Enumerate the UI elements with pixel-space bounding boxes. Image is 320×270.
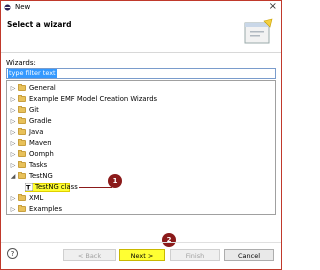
chevron-right-icon[interactable]: ▷ [10, 138, 16, 149]
title-bar: New × [1, 1, 281, 14]
step-badge-2: 2 [162, 233, 176, 247]
next-button[interactable]: Next > [119, 249, 165, 261]
back-button[interactable]: < Back [63, 249, 116, 261]
filter-input[interactable]: type filter text [6, 68, 276, 79]
close-icon[interactable]: × [269, 1, 277, 12]
tree-item-label: Tasks [29, 161, 48, 169]
chevron-right-icon[interactable]: ▷ [10, 127, 16, 138]
tree-item-label: General [29, 84, 56, 92]
annotation-connector [79, 187, 112, 188]
folder-icon [18, 161, 26, 168]
tree-item-xml[interactable]: ▷ XML [7, 193, 273, 204]
folder-icon [18, 84, 26, 91]
step-badge-1: 1 [108, 174, 122, 188]
cancel-button[interactable]: Cancel [224, 249, 274, 261]
tree-item-label: TestNG class [35, 183, 78, 191]
svg-text:T: T [26, 184, 31, 192]
chevron-right-icon[interactable]: ▷ [10, 116, 16, 127]
tree-item-label: Java [29, 128, 44, 136]
tree-item-label: TestNG [29, 172, 53, 180]
folder-icon [18, 128, 26, 135]
tree-item-general[interactable]: ▷ General [7, 83, 273, 94]
folder-icon [18, 150, 26, 157]
tree-item-examples[interactable]: ▷ Examples [7, 204, 273, 214]
chevron-right-icon[interactable]: ▷ [10, 105, 16, 116]
tree-item-java[interactable]: ▷ Java [7, 127, 273, 138]
tree-item-gradle[interactable]: ▷ Gradle [7, 116, 273, 127]
chevron-right-icon[interactable]: ▷ [10, 83, 16, 94]
window-title: New [15, 3, 31, 11]
tree-item-oomph[interactable]: ▷ Oomph [7, 149, 273, 160]
tree-item-label: Gradle [29, 117, 52, 125]
tree-item-maven[interactable]: ▷ Maven [7, 138, 273, 149]
tree-item-label: Oomph [29, 150, 54, 158]
folder-icon [18, 117, 26, 124]
folder-open-icon [18, 172, 26, 179]
folder-icon [18, 194, 26, 201]
folder-icon [18, 205, 26, 212]
chevron-right-icon[interactable]: ▷ [10, 160, 16, 171]
tree-item-git[interactable]: ▷ Git [7, 105, 273, 116]
tree-item-label: Examples [29, 205, 63, 213]
filter-text: type filter text [8, 69, 57, 78]
folder-icon [18, 95, 26, 102]
folder-icon [18, 139, 26, 146]
tree-item-testng-class[interactable]: T TestNG class [7, 182, 273, 193]
folder-icon [18, 106, 26, 113]
tree-item-label: XML [29, 194, 44, 202]
chevron-right-icon[interactable]: ▷ [10, 149, 16, 160]
page-title: Select a wizard [7, 20, 72, 29]
wizard-tree[interactable]: ▷ General ▷ Example EMF Model Creation W… [6, 80, 276, 215]
chevron-right-icon[interactable]: ▷ [10, 193, 16, 204]
tree-item-emf[interactable]: ▷ Example EMF Model Creation Wizards [7, 94, 273, 105]
footer-divider [1, 242, 281, 243]
chevron-right-icon[interactable]: ▷ [10, 94, 16, 105]
new-wizard-icon [244, 18, 273, 44]
chevron-right-icon[interactable]: ▷ [10, 204, 16, 214]
tree-item-testng[interactable]: ◢ TestNG [7, 171, 273, 182]
chevron-down-icon[interactable]: ◢ [10, 171, 16, 182]
tree-item-label: Maven [29, 139, 52, 147]
finish-button[interactable]: Finish [170, 249, 220, 261]
help-icon[interactable]: ? [7, 248, 18, 259]
eclipse-icon [4, 4, 11, 11]
tree-item-tasks[interactable]: ▷ Tasks [7, 160, 273, 171]
wizards-label: Wizards: [6, 59, 36, 67]
testng-icon: T [25, 183, 33, 191]
wizard-banner: Select a wizard [1, 14, 281, 53]
tree-item-label: Example EMF Model Creation Wizards [29, 95, 158, 103]
tree-item-label: Git [29, 106, 39, 114]
